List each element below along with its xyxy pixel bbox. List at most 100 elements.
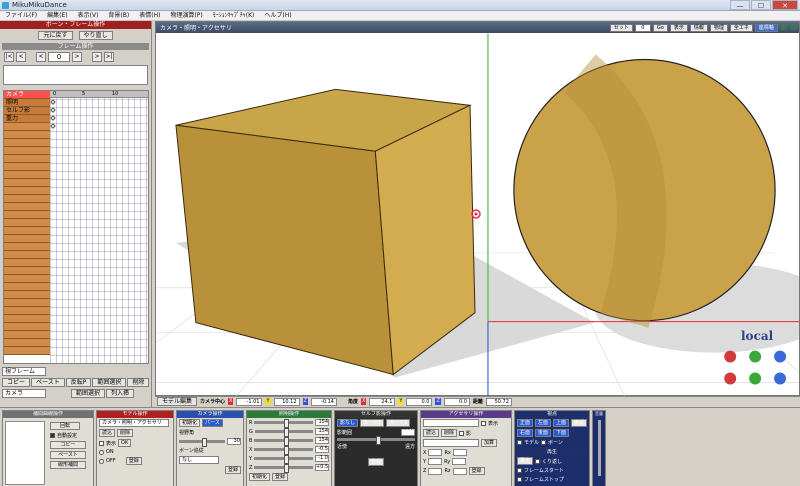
track-empty[interactable] bbox=[4, 227, 50, 235]
view-frame-select[interactable]: 視フレーム bbox=[2, 367, 46, 376]
accessory-bone-select[interactable] bbox=[423, 439, 479, 447]
auto-set-checkbox[interactable] bbox=[50, 433, 55, 438]
light-r-slider[interactable] bbox=[254, 419, 313, 428]
interp-curve-box[interactable] bbox=[5, 421, 45, 485]
track-empty[interactable] bbox=[4, 211, 50, 219]
interp-paste-button[interactable]: ペースト bbox=[50, 451, 86, 459]
light-y-input[interactable]: -1.0 bbox=[315, 455, 329, 462]
play-button[interactable]: 再生 bbox=[517, 457, 534, 465]
rotation-gizmo[interactable] bbox=[724, 350, 787, 385]
view-back-button[interactable]: 後面 bbox=[535, 429, 552, 437]
prev-frame-button[interactable]: < bbox=[36, 52, 46, 62]
menu-view[interactable]: 表示(V) bbox=[73, 11, 104, 20]
close-icon[interactable]: ✕ bbox=[772, 0, 798, 10]
ax-input[interactable]: 24.1 bbox=[369, 397, 396, 406]
accessory-shadow-checkbox[interactable] bbox=[459, 430, 465, 436]
track-empty[interactable] bbox=[4, 331, 50, 339]
physics-button[interactable]: 物理 bbox=[709, 24, 728, 32]
linear-interp-button[interactable]: 線形補間 bbox=[50, 461, 86, 469]
accessory-register-button[interactable]: 登録 bbox=[468, 467, 485, 475]
track-empty[interactable] bbox=[4, 155, 50, 163]
model-delete-button[interactable]: 削除 bbox=[117, 429, 134, 437]
paste-button[interactable]: ペースト bbox=[31, 378, 65, 387]
acc-x-input[interactable] bbox=[428, 449, 443, 456]
menu-edit[interactable]: 編集(E) bbox=[42, 11, 72, 20]
acc-y-input[interactable] bbox=[428, 458, 443, 465]
model-load-button[interactable]: 読込 bbox=[99, 429, 116, 437]
view-model-checkbox[interactable] bbox=[517, 440, 522, 445]
track-empty[interactable] bbox=[4, 187, 50, 195]
redo-button[interactable]: やり直し bbox=[78, 31, 113, 40]
track-empty[interactable] bbox=[4, 203, 50, 211]
perspective-button[interactable]: パース bbox=[202, 419, 223, 427]
display-button[interactable]: 表示 bbox=[669, 24, 688, 32]
menu-help[interactable]: ヘルプ(H) bbox=[259, 11, 296, 20]
frame-set-input[interactable]: 0 bbox=[634, 24, 651, 32]
repeat-checkbox[interactable] bbox=[535, 458, 541, 464]
light-b-input[interactable]: 154 bbox=[315, 437, 329, 444]
track-empty[interactable] bbox=[4, 299, 50, 307]
accessory-select[interactable] bbox=[423, 419, 479, 427]
track-empty[interactable] bbox=[4, 339, 50, 347]
light-g-slider[interactable] bbox=[254, 428, 313, 437]
frame-start-checkbox[interactable] bbox=[517, 468, 522, 473]
frame-insert-button[interactable]: 列入挿 bbox=[106, 389, 135, 398]
track-empty[interactable] bbox=[4, 243, 50, 251]
model-show-checkbox[interactable] bbox=[99, 440, 104, 446]
view-front-button[interactable]: 正面 bbox=[517, 419, 534, 427]
light-x-slider[interactable] bbox=[254, 446, 313, 455]
frame-stop-checkbox[interactable] bbox=[517, 477, 522, 482]
camera-register-button[interactable]: 登録 bbox=[224, 466, 241, 474]
shadow-mode1-button[interactable]: モード1 bbox=[360, 419, 385, 427]
track-empty[interactable] bbox=[4, 323, 50, 331]
az-input[interactable]: 0.0 bbox=[443, 397, 470, 406]
model-select[interactable]: カメラ・照明・アクセサリ bbox=[99, 419, 169, 427]
view-top-button[interactable]: 上面 bbox=[553, 419, 570, 427]
acc-rz-input[interactable] bbox=[452, 467, 467, 475]
timeline[interactable]: カメラ 照明 セルフ影 重力 0 5 10 bbox=[3, 90, 149, 364]
accessory-add-button[interactable]: 加算 bbox=[481, 439, 498, 447]
minimize-icon[interactable]: — bbox=[730, 0, 750, 10]
track-empty[interactable] bbox=[4, 219, 50, 227]
track-empty[interactable] bbox=[4, 347, 50, 355]
shadow-none-button[interactable]: 影なし bbox=[337, 419, 359, 427]
light-r-input[interactable]: 154 bbox=[315, 419, 329, 426]
acc-ry-input[interactable] bbox=[452, 458, 467, 465]
track-empty[interactable] bbox=[4, 291, 50, 299]
track-empty[interactable] bbox=[4, 307, 50, 315]
cz-input[interactable]: -0.14 bbox=[310, 397, 337, 406]
interp-copy-button[interactable]: コピー bbox=[50, 441, 86, 449]
maximize-icon[interactable]: ☐ bbox=[751, 0, 771, 10]
view-bottom-button[interactable]: 下面 bbox=[553, 429, 570, 437]
view-track-button[interactable]: 追従 bbox=[571, 419, 588, 427]
light-z-input[interactable]: +0.5 bbox=[315, 464, 329, 471]
on-radio[interactable] bbox=[99, 449, 104, 455]
track-empty[interactable] bbox=[4, 315, 50, 323]
cy-input[interactable]: 10.12 bbox=[273, 397, 300, 406]
camera-select[interactable]: カメラ bbox=[2, 389, 46, 398]
track-empty[interactable] bbox=[4, 283, 50, 291]
track-empty[interactable] bbox=[4, 259, 50, 267]
zoom-out-icon[interactable]: ⊖ bbox=[789, 23, 797, 33]
track-empty[interactable] bbox=[4, 131, 50, 139]
light-init-button[interactable]: 初期化 bbox=[249, 473, 271, 481]
local-mode-label[interactable]: local bbox=[741, 329, 773, 343]
interp-rot-select[interactable]: 回転 bbox=[50, 422, 80, 430]
light-y-slider[interactable] bbox=[254, 455, 313, 464]
view-bone-checkbox[interactable] bbox=[541, 440, 547, 445]
accessory-load-button[interactable]: 読込 bbox=[423, 429, 440, 437]
all-energy-button[interactable]: 全エネ bbox=[729, 24, 753, 32]
zoom-in-icon[interactable]: ⊕ bbox=[780, 23, 788, 33]
range-extend-button[interactable]: 範囲選択 bbox=[71, 389, 106, 398]
track-empty[interactable] bbox=[4, 147, 50, 155]
menu-file[interactable]: ファイル(F) bbox=[0, 11, 42, 20]
track-camera[interactable]: カメラ bbox=[4, 91, 50, 99]
distance-input[interactable]: 50.72 bbox=[485, 397, 512, 406]
view-right-button[interactable]: 右面 bbox=[517, 429, 534, 437]
next-frame-button[interactable]: > bbox=[72, 52, 82, 62]
menu-physics[interactable]: 物理演算(P) bbox=[165, 11, 207, 20]
track-empty[interactable] bbox=[4, 251, 50, 259]
track-empty[interactable] bbox=[4, 171, 50, 179]
light-z-slider[interactable] bbox=[254, 464, 313, 473]
copy-button[interactable]: コピー bbox=[2, 378, 31, 387]
